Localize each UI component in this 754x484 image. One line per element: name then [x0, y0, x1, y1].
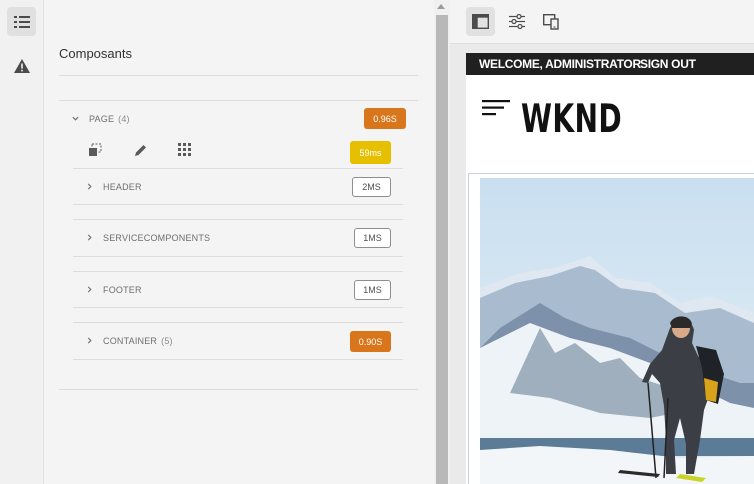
preview-toolbar: [450, 0, 754, 44]
tree-item-label: PAGE: [89, 114, 115, 124]
timing-badge: 0.90S: [350, 331, 391, 352]
divider: [73, 168, 403, 169]
components-tree-button[interactable]: [7, 7, 36, 36]
tree-item-header[interactable]: HEADER: [103, 182, 142, 192]
tree-item-label: SERVICECOMPONENTS: [103, 233, 211, 243]
components-panel: Composants PAGE (4) 0.96S 59ms HEADER 2MS…: [44, 0, 434, 484]
chevron-down-icon[interactable]: [72, 115, 79, 122]
timing-badge: 2MS: [352, 177, 391, 197]
page-preview: WELCOME, ADMINISTRATOR SIGN OUT WKND: [466, 53, 754, 484]
tree-item-label: HEADER: [103, 182, 142, 192]
divider: [73, 219, 403, 220]
child-count: (5): [161, 336, 173, 346]
pencil-icon[interactable]: [133, 143, 148, 158]
tree-item-label: FOOTER: [103, 285, 142, 295]
grid-icon[interactable]: [178, 143, 192, 157]
chevron-right-icon[interactable]: [86, 234, 93, 241]
site-logo[interactable]: WKND: [521, 97, 622, 142]
tree-item-label: CONTAINER: [103, 336, 158, 346]
page-properties-button[interactable]: [502, 7, 531, 36]
chevron-right-icon[interactable]: [86, 183, 93, 190]
welcome-text: WELCOME, ADMINISTRATOR: [479, 57, 641, 71]
preview-area: WELCOME, ADMINISTRATOR SIGN OUT WKND: [450, 0, 754, 484]
tree-item-servicecomponents[interactable]: SERVICECOMPONENTS: [103, 233, 210, 243]
divider: [73, 359, 403, 360]
alert-triangle-icon: [13, 58, 30, 73]
select-parent-icon[interactable]: [88, 143, 103, 157]
tree-item-container[interactable]: CONTAINER (5): [103, 336, 173, 346]
tree-item-page[interactable]: PAGE (4): [89, 114, 130, 124]
timing-badge: 0.96S: [364, 108, 406, 129]
timing-badge: 59ms: [350, 141, 391, 164]
chevron-right-icon[interactable]: [86, 286, 93, 293]
admin-bar: WELCOME, ADMINISTRATOR SIGN OUT: [466, 53, 754, 75]
scroll-up-arrow-icon[interactable]: [437, 4, 445, 9]
devices-icon: [543, 13, 559, 30]
divider: [73, 307, 403, 308]
emulator-button[interactable]: [537, 7, 566, 36]
divider: [73, 271, 403, 272]
skier-mountain-image: [480, 178, 754, 484]
chevron-right-icon[interactable]: [86, 337, 93, 344]
panel-layout-icon: [472, 14, 489, 29]
left-rail: [0, 0, 44, 484]
timing-badge: 1MS: [354, 280, 391, 300]
divider: [73, 204, 403, 205]
hero-image: [480, 178, 754, 484]
scroll-thumb[interactable]: [436, 15, 448, 484]
tree-item-footer[interactable]: FOOTER: [103, 285, 142, 295]
hamburger-menu-icon[interactable]: [482, 99, 510, 117]
divider: [73, 256, 403, 257]
sliders-icon: [508, 14, 525, 29]
divider: [59, 389, 418, 390]
divider: [73, 322, 403, 323]
list-icon: [13, 15, 30, 28]
timing-badge: 1MS: [354, 228, 391, 248]
sign-out-link[interactable]: SIGN OUT: [640, 57, 696, 71]
divider: [59, 75, 418, 76]
side-panel-toggle-button[interactable]: [466, 7, 495, 36]
child-count: (4): [118, 114, 130, 124]
alerts-button[interactable]: [7, 51, 36, 80]
divider: [59, 100, 418, 101]
panel-title: Composants: [59, 46, 132, 61]
panel-scrollbar[interactable]: [434, 0, 450, 484]
